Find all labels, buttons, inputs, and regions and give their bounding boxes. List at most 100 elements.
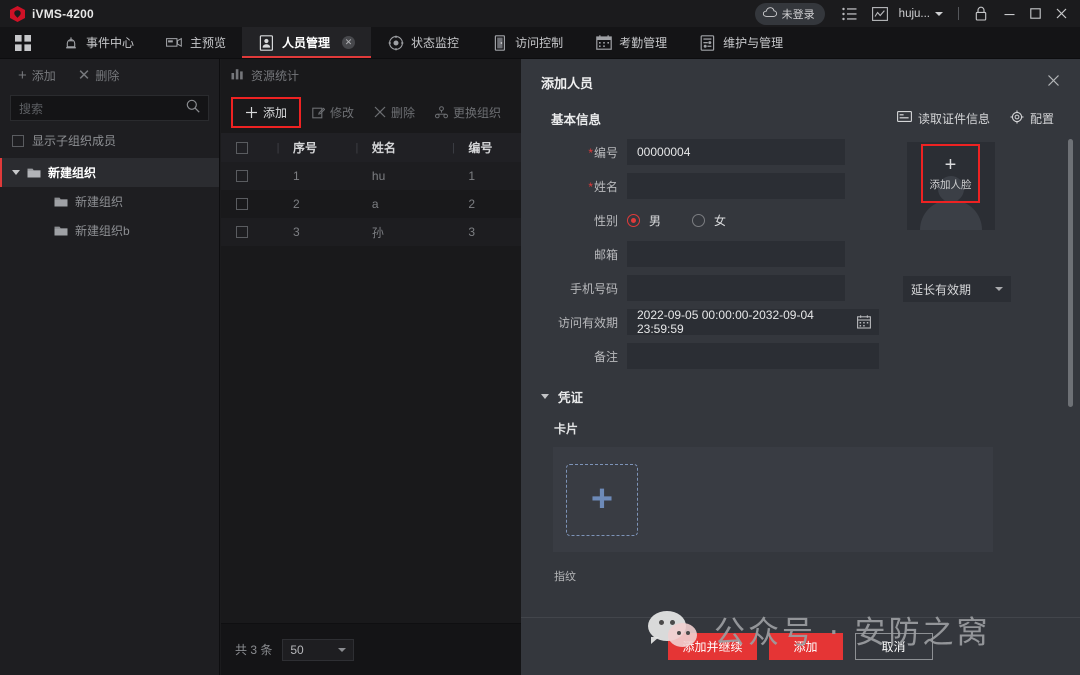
page-size-select[interactable]: 50 bbox=[282, 638, 355, 661]
field-row-gender: 性别 男 女 bbox=[521, 207, 1080, 233]
nav-item-access-control[interactable]: 访问控制 bbox=[475, 27, 579, 58]
nav-item-status-monitor[interactable]: 状态监控 bbox=[371, 27, 475, 58]
row-checkbox[interactable] bbox=[221, 170, 263, 182]
nav-item-main-preview[interactable]: 主预览 bbox=[150, 27, 242, 58]
add-button[interactable]: 添加 bbox=[768, 633, 843, 660]
tab-close-icon[interactable]: ✕ bbox=[342, 36, 356, 49]
door-icon bbox=[491, 34, 508, 51]
title-bar-controls: 未登录 huju... bbox=[754, 1, 1080, 27]
folder-icon bbox=[54, 225, 68, 237]
phone-input[interactable] bbox=[627, 275, 845, 301]
add-person-button[interactable]: 添加 bbox=[231, 96, 302, 128]
plus-icon bbox=[245, 106, 258, 119]
application-window: iVMS-4200 未登录 huju... 事件中心 主预览 人员管理 ✕ 状态… bbox=[0, 0, 1080, 675]
add-card-button[interactable]: + bbox=[566, 463, 638, 536]
user-name-label[interactable]: huju... bbox=[899, 8, 930, 20]
name-input[interactable] bbox=[627, 173, 845, 199]
change-org-button[interactable]: 更换组织 bbox=[426, 99, 510, 126]
cell-seq: 1 bbox=[292, 169, 300, 183]
tree-node-child-1[interactable]: 新建组织 bbox=[0, 187, 219, 216]
delete-person-button[interactable]: 删除 bbox=[365, 99, 424, 126]
cell-num: 2 bbox=[468, 197, 476, 211]
apps-grid-icon[interactable] bbox=[0, 27, 46, 58]
close-button[interactable] bbox=[1048, 1, 1074, 27]
minimize-button[interactable] bbox=[996, 1, 1022, 27]
sidebar-search-box[interactable]: 搜索 bbox=[10, 95, 209, 121]
tree-node-child-2[interactable]: 新建组织b bbox=[0, 216, 219, 245]
select-all-checkbox[interactable] bbox=[221, 141, 263, 154]
add-face-button[interactable]: + 添加人脸 bbox=[921, 144, 980, 203]
sidebar-add-label: 添加 bbox=[31, 69, 56, 83]
validity-label: 访问有效期 bbox=[557, 315, 618, 330]
checkbox-box bbox=[12, 134, 24, 147]
cell-name: hu bbox=[371, 169, 386, 183]
cancel-button[interactable]: 取消 bbox=[854, 633, 933, 660]
search-input[interactable]: 搜索 bbox=[19, 100, 186, 117]
chevron-down-icon[interactable] bbox=[541, 394, 549, 399]
sidebar-toolbar: + 添加 ✕ 删除 bbox=[0, 59, 219, 92]
row-checkbox[interactable] bbox=[221, 198, 263, 210]
dialog-scrollbar[interactable] bbox=[1068, 139, 1073, 407]
sidebar-delete-label: 删除 bbox=[95, 69, 120, 83]
list-icon[interactable] bbox=[840, 4, 860, 24]
nav-item-person-management[interactable]: 人员管理 ✕ bbox=[242, 27, 372, 58]
hik-shield-icon bbox=[10, 5, 25, 22]
required-mark: * bbox=[588, 179, 593, 194]
chevron-down-icon[interactable] bbox=[935, 11, 943, 16]
id-input[interactable]: 00000004 bbox=[627, 139, 845, 165]
divider bbox=[958, 7, 959, 20]
resource-statistics-link[interactable]: 资源统计 bbox=[221, 59, 521, 91]
column-header-name[interactable]: 姓名 bbox=[372, 139, 439, 156]
remark-input[interactable] bbox=[627, 343, 879, 369]
credential-section-header[interactable]: 凭证 bbox=[521, 387, 1080, 406]
chevron-down-icon[interactable] bbox=[12, 170, 20, 175]
app-title: iVMS-4200 bbox=[32, 6, 94, 21]
config-button[interactable]: 配置 bbox=[1010, 110, 1054, 127]
table-row[interactable]: 1 hu 1 bbox=[221, 162, 521, 190]
cell-seq: 3 bbox=[292, 225, 300, 239]
tree-node-label: 新建组织b bbox=[75, 224, 130, 238]
cloud-login-status[interactable]: 未登录 bbox=[754, 2, 825, 25]
app-logo-group: iVMS-4200 bbox=[0, 5, 94, 22]
chevron-down-icon bbox=[338, 647, 347, 652]
nav-item-event-center[interactable]: 事件中心 bbox=[46, 27, 150, 58]
column-header-num[interactable]: 编号 bbox=[468, 139, 521, 156]
calendar-icon[interactable] bbox=[857, 315, 871, 332]
plus-icon: + bbox=[944, 154, 957, 176]
table-row[interactable]: 2 a 2 bbox=[221, 190, 521, 218]
maintenance-icon bbox=[699, 34, 716, 51]
read-id-card-button[interactable]: 读取证件信息 bbox=[897, 110, 990, 127]
name-label: *姓名 bbox=[588, 179, 618, 194]
validity-value: 2022-09-05 00:00:00-2032-09-04 23:59:59 bbox=[637, 308, 814, 336]
row-checkbox[interactable] bbox=[221, 226, 263, 238]
camera-icon bbox=[166, 34, 183, 51]
validity-input[interactable]: 2022-09-05 00:00:00-2032-09-04 23:59:59 bbox=[627, 308, 879, 336]
nav-item-label: 人员管理 bbox=[282, 36, 331, 50]
gender-male-radio[interactable] bbox=[627, 213, 640, 227]
extend-validity-select[interactable]: 延长有效期 bbox=[903, 276, 1011, 302]
sidebar-add-button[interactable]: + 添加 bbox=[10, 64, 64, 87]
lock-icon[interactable] bbox=[971, 4, 991, 24]
table-row[interactable]: 3 孙 3 bbox=[221, 218, 521, 246]
delete-person-label: 删除 bbox=[391, 105, 416, 120]
column-header-seq[interactable]: 序号 bbox=[293, 139, 342, 156]
gender-female-radio[interactable] bbox=[692, 213, 706, 227]
sidebar-delete-button[interactable]: ✕ 删除 bbox=[70, 64, 128, 87]
tree-node-root[interactable]: 新建组织 bbox=[0, 158, 219, 187]
email-input[interactable] bbox=[627, 241, 845, 267]
show-sub-members-checkbox[interactable]: 显示子组织成员 bbox=[0, 121, 219, 158]
credential-title: 凭证 bbox=[558, 391, 584, 405]
folder-icon bbox=[54, 196, 68, 208]
nav-item-attendance[interactable]: 考勤管理 bbox=[579, 27, 683, 58]
edit-person-button[interactable]: 修改 bbox=[303, 99, 363, 126]
nav-item-label: 维护与管理 bbox=[723, 36, 784, 50]
add-and-continue-button[interactable]: 添加并继续 bbox=[668, 633, 757, 660]
show-sub-members-label: 显示子组织成员 bbox=[32, 134, 117, 148]
dialog-close-icon[interactable] bbox=[1041, 70, 1066, 95]
chart-icon[interactable] bbox=[870, 4, 890, 24]
nav-item-maintenance[interactable]: 维护与管理 bbox=[683, 27, 799, 58]
maximize-button[interactable] bbox=[1022, 1, 1048, 27]
basic-info-section-header: 基本信息 读取证件信息 配置 bbox=[521, 105, 1080, 131]
dialog-title: 添加人员 bbox=[541, 75, 594, 91]
search-icon[interactable] bbox=[186, 99, 200, 118]
